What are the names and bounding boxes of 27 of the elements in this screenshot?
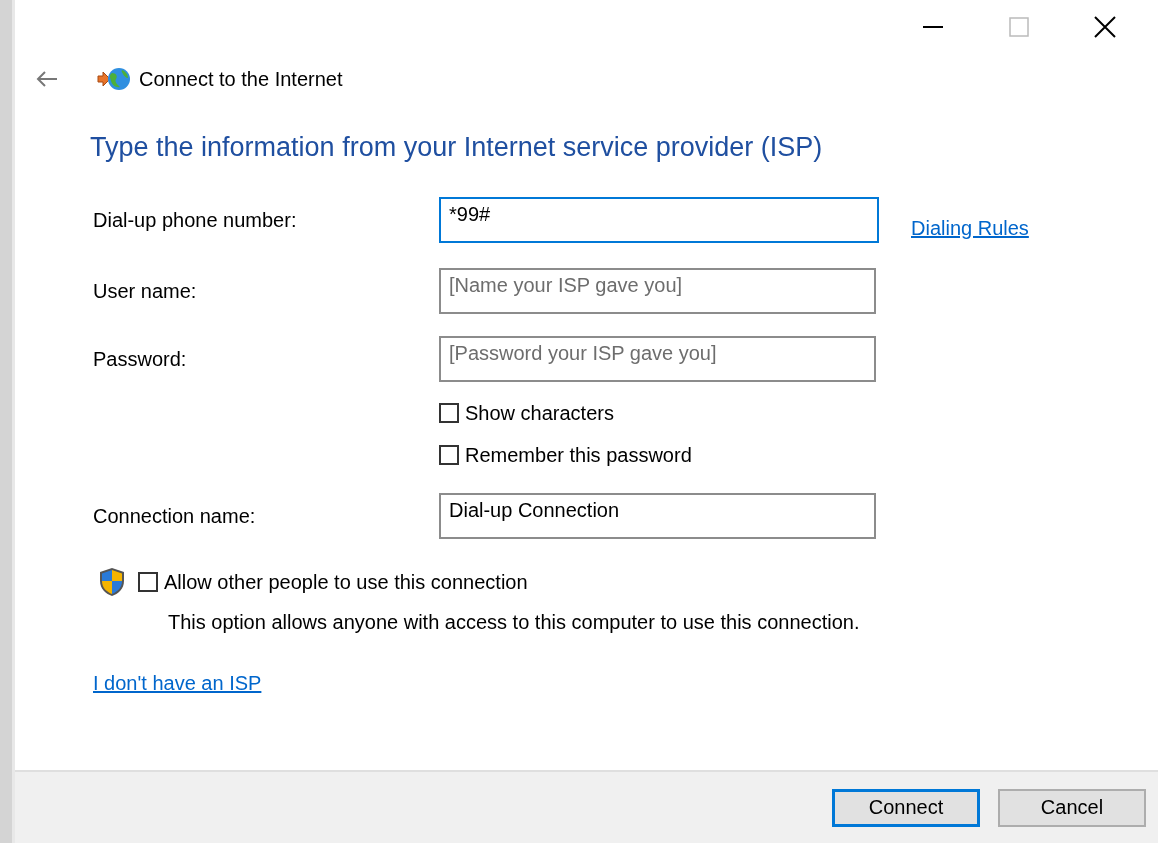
globe-icon [97,67,131,91]
checkbox[interactable] [138,572,158,592]
field-label: Dial-up phone number: [93,208,298,232]
input-field[interactable]: [Name your ISP gave you] [439,268,876,314]
no-isp-link[interactable]: I don't have an ISP [93,672,262,694]
checkbox[interactable] [439,445,459,465]
header-title: Connect to the Internet [139,67,343,91]
checkbox-label[interactable]: Allow other people to use this connection [138,570,528,594]
dialog-button[interactable]: Cancel [998,788,1146,827]
checkbox-label[interactable]: Show characters [439,401,879,425]
back-arrow-icon [36,71,58,87]
field-label: User name: [93,279,198,303]
minimize-icon [923,26,943,28]
maximize-icon [1009,17,1029,37]
input-field[interactable]: *99# [439,197,879,243]
field-label: Connection name: [93,504,257,528]
shield-icon [98,567,126,597]
input-field[interactable]: [Password your ISP gave you] [439,336,876,382]
input-field[interactable]: Dial-up Connection [439,493,876,539]
instruction-heading: Type the information from your Internet service provider (ISP) [90,132,824,163]
field-label: Password: [93,347,188,371]
checkbox[interactable] [439,403,459,423]
close-icon [1094,16,1116,38]
dialing-rules-link[interactable]: Dialing Rules [911,216,1158,240]
option-description: This option allows anyone with access to this computer to use this connection. [167,611,861,634]
dialog-button[interactable]: Connect [832,788,980,827]
checkbox-label[interactable]: Remember this password [439,443,879,467]
